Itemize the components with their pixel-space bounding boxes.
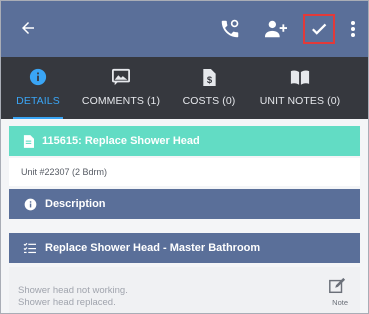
- document-icon: [23, 134, 34, 148]
- app-frame: DETAILS COMMENTS (1) $ COSTS (0) UNIT NO…: [0, 0, 369, 314]
- task-header[interactable]: Replace Shower Head - Master Bathroom: [9, 233, 360, 263]
- tab-label: UNIT NOTES (0): [259, 95, 341, 107]
- app-bar: [1, 1, 368, 57]
- work-order-header: 115615: Replace Shower Head: [9, 126, 360, 156]
- description-title: Description: [45, 198, 106, 210]
- checkmark-icon: [312, 23, 327, 35]
- back-button[interactable]: [15, 15, 41, 41]
- task-notes: Shower head not working. Shower head rep…: [9, 267, 360, 313]
- overflow-menu-button[interactable]: [345, 15, 361, 43]
- tab-costs[interactable]: $ COSTS (0): [179, 57, 239, 119]
- complete-button[interactable]: [303, 14, 335, 44]
- tab-bar: DETAILS COMMENTS (1) $ COSTS (0) UNIT NO…: [1, 57, 368, 119]
- more-vertical-icon: [351, 21, 355, 37]
- task-title: Replace Shower Head - Master Bathroom: [45, 242, 261, 254]
- person-add-icon: [265, 20, 287, 38]
- book-icon: [290, 67, 310, 87]
- edit-note-icon[interactable]: [328, 277, 346, 295]
- checklist-icon: [23, 241, 37, 255]
- unit-row: Unit #22307 (2 Bdrm): [9, 158, 360, 186]
- active-tab-indicator: [13, 117, 63, 119]
- phone-location-icon: [221, 19, 239, 38]
- tab-comments[interactable]: COMMENTS (1): [79, 57, 163, 119]
- info-icon: [23, 197, 37, 211]
- assign-user-button[interactable]: [262, 15, 290, 43]
- tab-label: DETAILS: [16, 95, 60, 107]
- svg-text:$: $: [207, 75, 213, 86]
- note-line: Shower head replaced.: [18, 297, 116, 308]
- tab-unit-notes[interactable]: UNIT NOTES (0): [255, 57, 345, 119]
- info-icon: [29, 67, 47, 87]
- unit-label: Unit #22307 (2 Bdrm): [21, 167, 108, 177]
- arrow-left-icon: [22, 22, 34, 34]
- note-line: Shower head not working.: [18, 285, 128, 296]
- description-header[interactable]: Description: [9, 189, 360, 219]
- note-button-label[interactable]: Note: [332, 298, 348, 307]
- comments-image-icon: [111, 67, 131, 87]
- work-order-title: 115615: Replace Shower Head: [42, 135, 200, 147]
- tab-label: COMMENTS (1): [81, 95, 161, 107]
- call-button[interactable]: [216, 15, 244, 43]
- tab-label: COSTS (0): [182, 95, 236, 107]
- tab-details[interactable]: DETAILS: [9, 57, 67, 119]
- costs-document-icon: $: [201, 67, 217, 87]
